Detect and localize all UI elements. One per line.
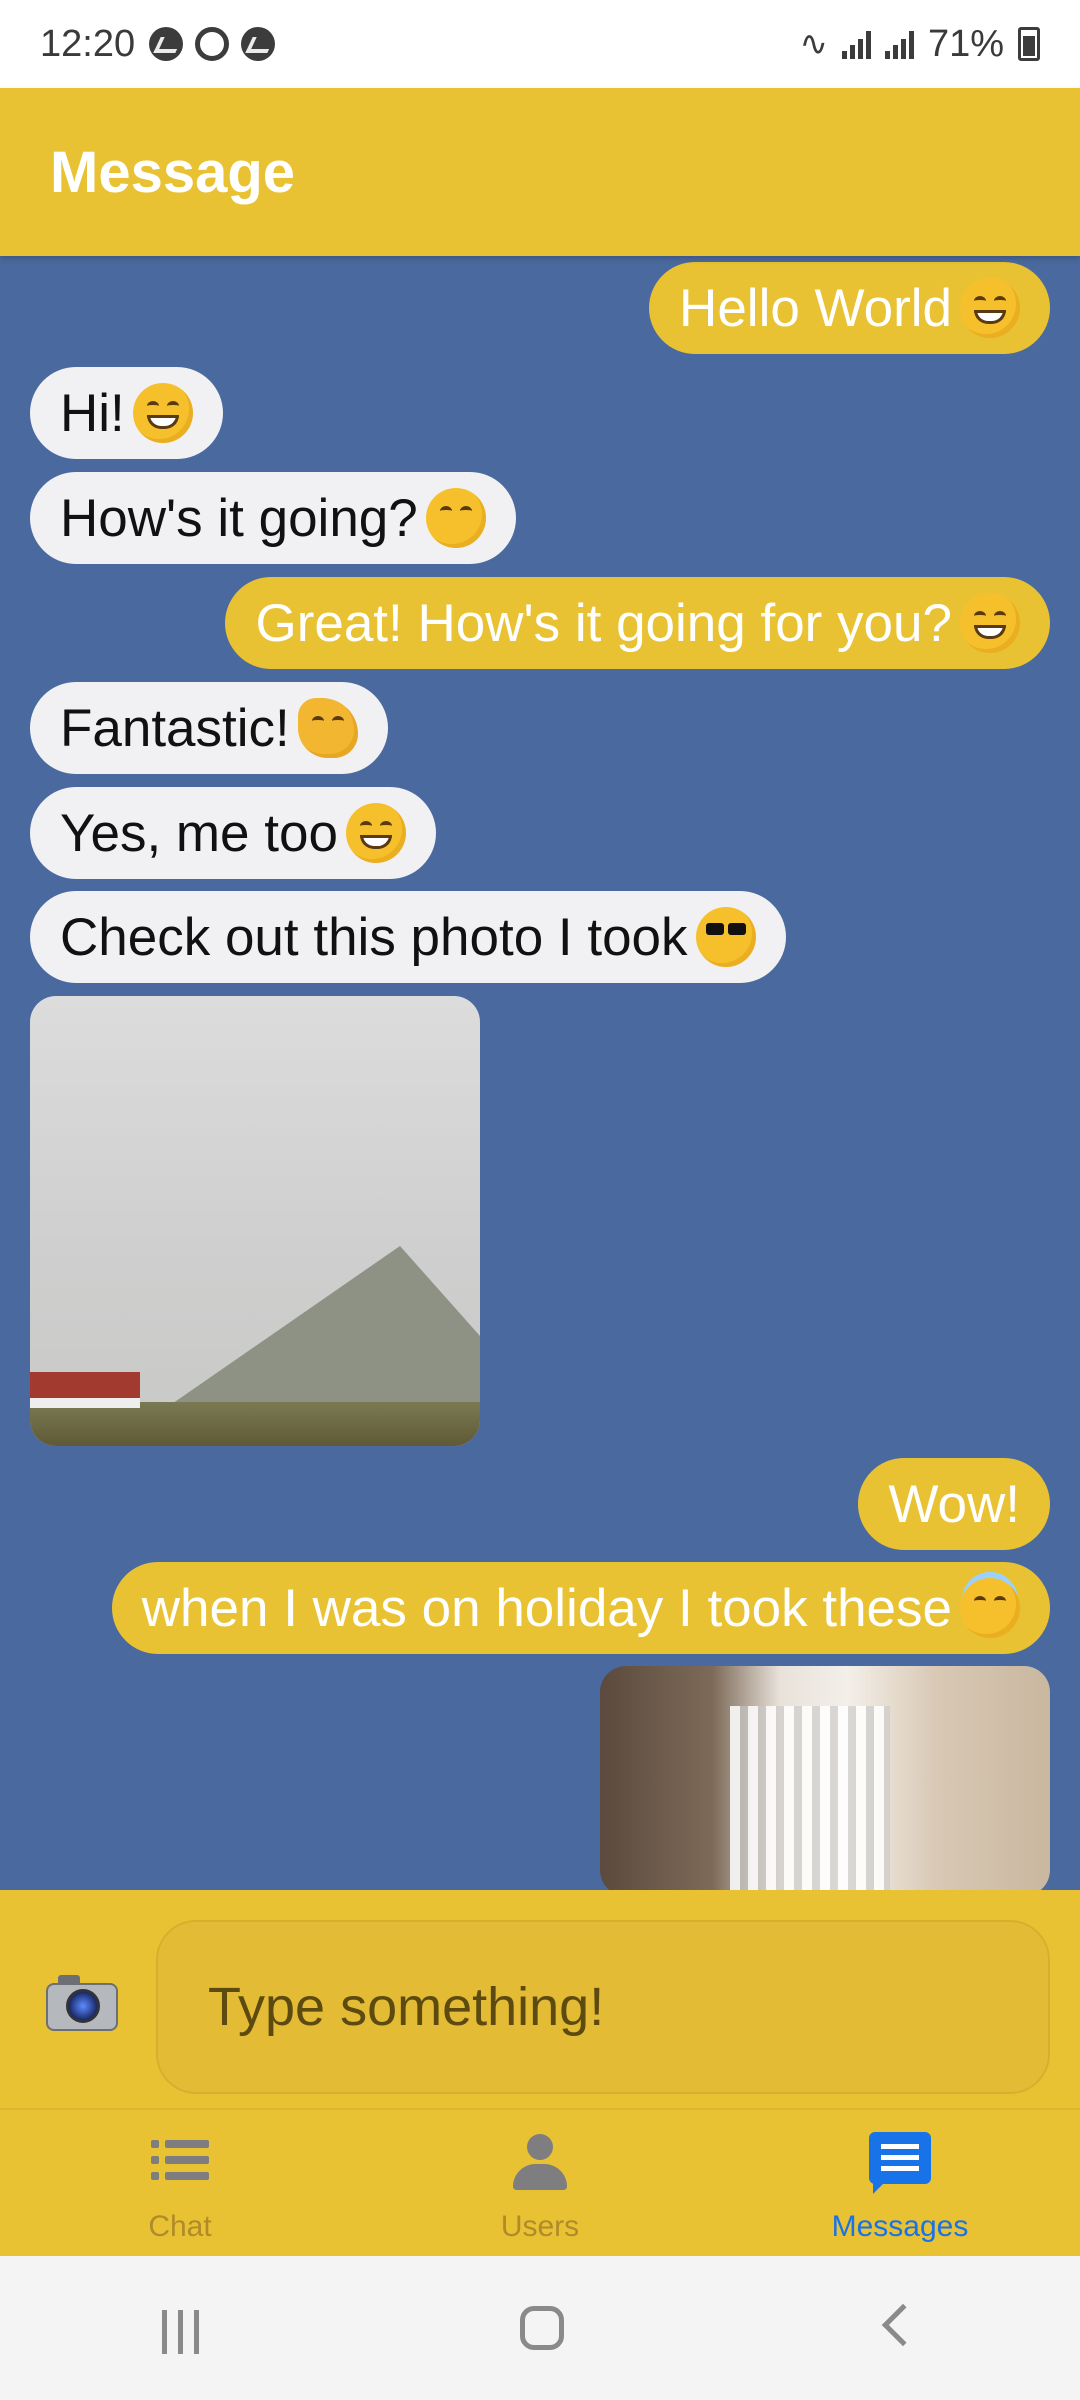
recents-icon[interactable] [140, 2288, 220, 2368]
message-text: Hi! [60, 383, 125, 443]
home-icon[interactable] [500, 2288, 580, 2368]
person-icon [507, 2130, 573, 2196]
waterfall-shape [730, 1706, 890, 1890]
nav-item-chat[interactable]: Chat [0, 2110, 360, 2256]
ground-shape [30, 1402, 480, 1446]
message-icon [867, 2130, 933, 2196]
notification-icons [149, 27, 276, 61]
message-text: Yes, me too [60, 803, 338, 863]
sunglasses-face-icon [695, 907, 756, 967]
message-text: when I was on holiday I took these [141, 1578, 952, 1638]
house-shape [30, 1372, 140, 1408]
message-bubble-incoming[interactable]: How's it going? [30, 472, 516, 564]
page-title: Message [50, 139, 296, 205]
message-text: Wow! [888, 1474, 1020, 1534]
message-text: Check out this photo I took [60, 907, 688, 967]
nav-item-users[interactable]: Users [360, 2110, 720, 2256]
wifi-icon: ∿ [799, 25, 828, 63]
message-text: Great! How's it going for you? [255, 593, 952, 653]
grinning-face-icon [960, 278, 1020, 338]
halo-face-icon [960, 1578, 1020, 1638]
nav-label: Chat [148, 2210, 212, 2243]
message-input-placeholder: Type something! [208, 1977, 605, 2037]
message-bubble-incoming[interactable]: Yes, me too [30, 787, 436, 879]
list-icon [147, 2130, 213, 2196]
composer-bar: Type something! [0, 1890, 1080, 2108]
message-bubble-outgoing[interactable]: Hello World [649, 262, 1050, 354]
signal-roaming-icon [884, 29, 914, 59]
message-text: Fantastic! [60, 698, 290, 758]
app-bar: Message [0, 88, 1080, 256]
message-text: Hello World [679, 278, 952, 338]
nav-item-messages[interactable]: Messages [720, 2110, 1080, 2256]
bottom-nav: Chat Users Messages [0, 2108, 1080, 2256]
messenger-icon [149, 27, 184, 61]
grinning-sweat-icon [345, 803, 406, 863]
photo-mountain[interactable] [30, 996, 480, 1446]
camera-icon[interactable] [46, 1975, 118, 2031]
message-bubble-incoming[interactable]: Check out this photo I took [30, 891, 786, 983]
signal-icon [841, 29, 871, 59]
grinning-face-icon [132, 383, 193, 443]
mountain-shape [140, 1246, 480, 1426]
message-bubble-outgoing[interactable]: Wow! [858, 1458, 1050, 1550]
clapping-hands-icon [297, 698, 358, 758]
grinning-face-icon [960, 593, 1020, 653]
messenger-icon [241, 27, 276, 61]
chat-area[interactable]: Hello World Hi! How's it going? Great! H… [0, 256, 1080, 1890]
back-icon[interactable] [860, 2288, 940, 2368]
nav-label: Users [500, 2210, 580, 2243]
sync-icon [195, 27, 230, 61]
message-input[interactable]: Type something! [156, 1920, 1050, 2094]
message-bubble-outgoing[interactable]: when I was on holiday I took these [111, 1562, 1050, 1654]
system-nav-bar [0, 2256, 1080, 2400]
battery-percent: 71% [927, 22, 1004, 65]
message-text: How's it going? [60, 488, 418, 548]
photo-waterfall[interactable] [600, 1666, 1050, 1890]
nav-label: Messages [831, 2210, 969, 2243]
message-bubble-incoming[interactable]: Hi! [30, 367, 223, 459]
status-right: ∿ 71% [799, 23, 1040, 66]
message-bubble-incoming[interactable]: Fantastic! [30, 682, 388, 774]
smiling-face-icon [425, 488, 486, 548]
status-time: 12:20 [40, 22, 136, 65]
status-bar: 12:20 ∿ 71% [0, 0, 1080, 88]
message-bubble-outgoing[interactable]: Great! How's it going for you? [225, 577, 1050, 669]
battery-icon [1018, 27, 1040, 61]
